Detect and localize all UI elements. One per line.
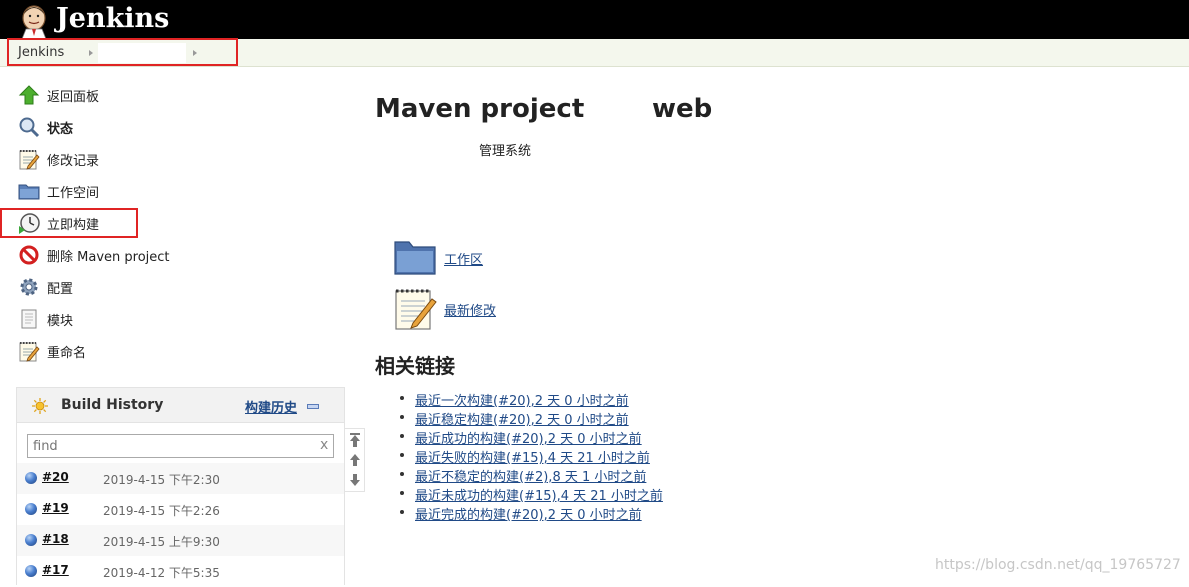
task-label: 修改记录 xyxy=(47,154,100,169)
build-row: #20 2019-4-15 下午2:30 xyxy=(17,463,344,494)
build-date: 2019-4-15 下午2:30 xyxy=(103,473,220,487)
task-rename[interactable]: 重命名 xyxy=(16,339,256,363)
page-title: Maven project xyxy=(375,94,585,124)
folder-icon xyxy=(18,184,40,200)
list-item: 最近不稳定的构建(#2),8 天 1 小时之前 xyxy=(397,466,663,485)
permalink-last-completed[interactable]: 最近完成的构建(#20),2 天 0 小时之前 xyxy=(415,508,642,523)
permalink-last-build[interactable]: 最近一次构建(#20),2 天 0 小时之前 xyxy=(415,394,629,409)
watermark: https://blog.csdn.net/qq_19765727 xyxy=(935,557,1181,573)
related-links-list: 最近一次构建(#20),2 天 0 小时之前 最近稳定构建(#20),2 天 0… xyxy=(397,390,663,523)
build-status-ball-icon xyxy=(25,565,37,577)
task-label: 模块 xyxy=(47,314,74,329)
task-modules[interactable]: 模块 xyxy=(16,307,256,331)
link-label[interactable]: 最新修改 xyxy=(444,300,496,319)
build-number-link[interactable]: #19 xyxy=(42,501,69,515)
no-entry-icon xyxy=(19,245,39,265)
highlight-box-build-now xyxy=(0,208,138,238)
related-links-heading: 相关链接 xyxy=(375,354,455,378)
notepad-icon xyxy=(19,342,40,362)
collapse-icon[interactable] xyxy=(307,404,319,409)
up-arrow-icon xyxy=(18,85,40,105)
folder-icon xyxy=(394,241,436,275)
link-label[interactable]: 工作区 xyxy=(444,249,483,268)
build-search-input[interactable] xyxy=(33,437,303,455)
task-label: 重命名 xyxy=(47,346,87,361)
build-date: 2019-4-15 上午9:30 xyxy=(103,535,220,549)
list-item: 最近稳定构建(#20),2 天 0 小时之前 xyxy=(397,409,663,428)
task-delete-project[interactable]: 删除 Maven project xyxy=(16,243,256,267)
build-search-box: x xyxy=(27,434,334,458)
task-label: 删除 Maven project xyxy=(47,250,170,265)
scroll-top-icon[interactable] xyxy=(349,433,361,447)
jenkins-logo-icon[interactable] xyxy=(14,2,54,39)
build-history-title: Build History xyxy=(61,397,164,413)
highlight-box-breadcrumb xyxy=(7,38,238,66)
list-item: 最近一次构建(#20),2 天 0 小时之前 xyxy=(397,390,663,409)
permalink-last-unstable[interactable]: 最近不稳定的构建(#2),8 天 1 小时之前 xyxy=(415,470,646,485)
build-number-link[interactable]: #20 xyxy=(42,470,69,484)
task-changes[interactable]: 修改记录 xyxy=(16,147,256,171)
gear-icon xyxy=(20,278,38,296)
task-label: 工作空间 xyxy=(47,186,100,201)
app-name[interactable]: Jenkins xyxy=(56,2,169,35)
build-history-header: Build History 构建历史 xyxy=(17,388,344,423)
task-back-to-dashboard[interactable]: 返回面板 xyxy=(16,83,256,107)
build-history-scroll-controls xyxy=(345,428,365,492)
list-item: 最近失败的构建(#15),4 天 21 小时之前 xyxy=(397,447,663,466)
build-history-trend-link[interactable]: 构建历史 xyxy=(245,397,297,416)
build-row: #18 2019-4-15 上午9:30 xyxy=(17,525,344,556)
search-icon xyxy=(19,117,40,138)
build-history-panel: Build History 构建历史 x #20 2019-4-15 下午2:3… xyxy=(16,387,345,585)
scroll-down-icon[interactable] xyxy=(349,473,361,487)
task-label: 返回面板 xyxy=(47,90,100,105)
page-title-suffix: web xyxy=(652,94,713,124)
sun-icon xyxy=(32,398,48,414)
build-number-link[interactable]: #18 xyxy=(42,532,69,546)
permalink-last-unsuccessful[interactable]: 最近未成功的构建(#15),4 天 21 小时之前 xyxy=(415,489,663,504)
build-status-ball-icon xyxy=(25,472,37,484)
clear-search-icon[interactable]: x xyxy=(320,437,328,453)
task-workspace[interactable]: 工作空间 xyxy=(16,179,256,203)
task-label: 状态 xyxy=(47,122,74,137)
task-label: 配置 xyxy=(47,282,74,297)
header-bar: Jenkins xyxy=(0,0,1189,39)
notepad-icon xyxy=(19,150,40,170)
task-configure[interactable]: 配置 xyxy=(16,275,256,299)
scroll-up-icon[interactable] xyxy=(349,453,361,467)
build-date: 2019-4-12 下午5:35 xyxy=(103,566,220,580)
build-status-ball-icon xyxy=(25,534,37,546)
list-item: 最近完成的构建(#20),2 天 0 小时之前 xyxy=(397,504,663,523)
list-item: 最近未成功的构建(#15),4 天 21 小时之前 xyxy=(397,485,663,504)
build-status-ball-icon xyxy=(25,503,37,515)
task-status[interactable]: 状态 xyxy=(16,115,256,139)
build-row: #17 2019-4-12 下午5:35 xyxy=(17,556,344,587)
build-date: 2019-4-15 下午2:26 xyxy=(103,504,220,518)
notepad-icon xyxy=(395,289,437,330)
project-description: 管理系统 xyxy=(479,144,532,159)
list-item: 最近成功的构建(#20),2 天 0 小时之前 xyxy=(397,428,663,447)
permalink-last-failed[interactable]: 最近失败的构建(#15),4 天 21 小时之前 xyxy=(415,451,650,466)
build-number-link[interactable]: #17 xyxy=(42,563,69,577)
permalink-last-successful[interactable]: 最近成功的构建(#20),2 天 0 小时之前 xyxy=(415,432,642,447)
permalink-last-stable[interactable]: 最近稳定构建(#20),2 天 0 小时之前 xyxy=(415,413,629,428)
document-icon xyxy=(21,309,37,329)
build-row: #19 2019-4-15 下午2:26 xyxy=(17,494,344,525)
